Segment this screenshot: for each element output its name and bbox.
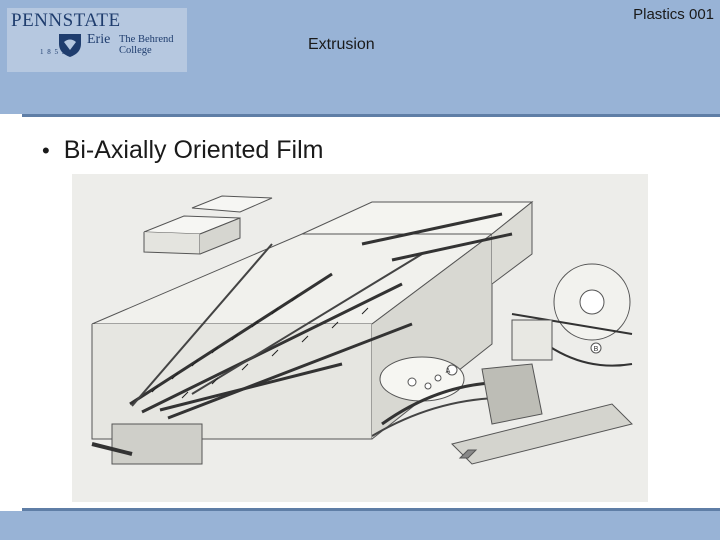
logo-institution: PENNSTATE [11, 10, 121, 31]
bullet-text: Bi-Axially Oriented Film [63, 136, 324, 164]
bullet-item: • Bi-Axially Oriented Film [42, 136, 323, 165]
logo-college-line2: College [119, 45, 152, 56]
biaxial-film-line-drawing: A B [91, 195, 633, 465]
film-line-illustration: A B [72, 174, 648, 502]
course-label: Plastics 001 [633, 6, 714, 23]
header-divider-notch [0, 114, 22, 117]
logo-college: The Behrend College [119, 34, 174, 56]
bullet-dot-icon: • [42, 137, 50, 163]
header-divider [0, 114, 720, 117]
logo-college-line1: The Behrend [119, 34, 174, 45]
logo-campus: Erie [87, 32, 111, 47]
logo-year: 1 8 5 5 [40, 48, 67, 56]
penn-state-behrend-logo: PENNSTATE 1 8 5 5 Erie The Behrend Colle… [7, 8, 187, 72]
topic-label: Extrusion [308, 36, 375, 53]
slide-header: PENNSTATE 1 8 5 5 Erie The Behrend Colle… [0, 0, 720, 114]
callout-b: B [594, 346, 599, 353]
callout-a: A [446, 368, 451, 375]
slide-footer [0, 511, 720, 540]
